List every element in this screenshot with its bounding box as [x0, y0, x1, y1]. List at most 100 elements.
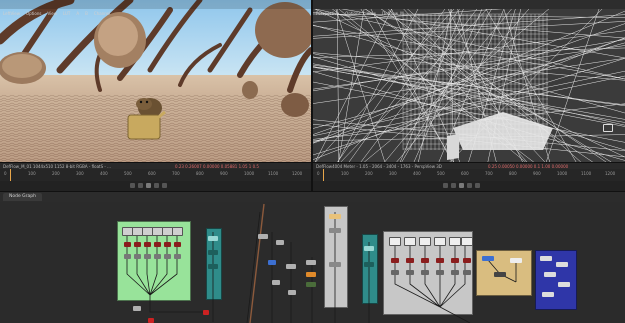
- node[interactable]: [306, 272, 316, 277]
- node[interactable]: [461, 237, 473, 246]
- right-menu-item[interactable]: Options: [342, 9, 363, 18]
- node[interactable]: [463, 270, 471, 275]
- go-start-icon[interactable]: [130, 183, 135, 188]
- node[interactable]: [364, 262, 374, 267]
- right-menu-item[interactable]: Perspective: [313, 9, 342, 18]
- node[interactable]: [124, 254, 131, 259]
- ruler-tick: 1100: [581, 171, 592, 176]
- node[interactable]: [542, 292, 554, 297]
- node[interactable]: [174, 242, 181, 247]
- node[interactable]: [288, 290, 296, 295]
- node[interactable]: [449, 237, 461, 246]
- node[interactable]: [329, 262, 341, 267]
- node[interactable]: [419, 237, 431, 246]
- node[interactable]: [391, 258, 399, 263]
- node[interactable]: [329, 228, 341, 233]
- node[interactable]: [208, 264, 218, 269]
- ruler-tick: 1200: [605, 171, 616, 176]
- left-menu-item[interactable]: View: [44, 9, 60, 18]
- node[interactable]: [406, 258, 414, 263]
- go-end-icon[interactable]: [162, 183, 167, 188]
- viewer-nav-icon[interactable]: [603, 124, 613, 132]
- step-forward-icon[interactable]: [467, 183, 472, 188]
- left-menu-item[interactable]: A: [73, 9, 82, 18]
- node[interactable]: [144, 242, 151, 247]
- play-icon[interactable]: [459, 183, 464, 188]
- left-menu-item[interactable]: LUT: [60, 9, 73, 18]
- node[interactable]: [134, 242, 141, 247]
- node[interactable]: [404, 237, 416, 246]
- node[interactable]: [558, 282, 570, 287]
- left-transport-controls: [0, 181, 311, 191]
- node[interactable]: [172, 227, 183, 236]
- left-menu-item[interactable]: LeftView: [0, 9, 23, 18]
- node[interactable]: [276, 240, 284, 245]
- node[interactable]: [421, 270, 429, 275]
- node[interactable]: [133, 306, 141, 311]
- step-back-icon[interactable]: [138, 183, 143, 188]
- node[interactable]: [286, 264, 296, 269]
- left-menu-item[interactable]: Options: [23, 9, 44, 18]
- step-forward-icon[interactable]: [154, 183, 159, 188]
- node[interactable]: [434, 237, 446, 246]
- playhead[interactable]: [323, 169, 324, 181]
- left-viewer-menu: LeftView Options View LUT A B Channel: [0, 0, 311, 16]
- tab-node-graph[interactable]: Node Graph: [3, 193, 42, 201]
- node[interactable]: [451, 258, 459, 263]
- ruler-tick: 100: [28, 171, 36, 176]
- node[interactable]: [164, 254, 171, 259]
- node[interactable]: [482, 256, 494, 261]
- node[interactable]: [510, 258, 522, 263]
- node[interactable]: [556, 262, 568, 267]
- node[interactable]: [540, 256, 552, 261]
- node[interactable]: [134, 254, 141, 259]
- node[interactable]: [174, 254, 181, 259]
- play-icon[interactable]: [146, 183, 151, 188]
- ruler-tick: 1100: [268, 171, 279, 176]
- node[interactable]: [364, 246, 374, 251]
- node[interactable]: [164, 242, 171, 247]
- node[interactable]: [258, 234, 268, 239]
- ruler-tick: 1000: [244, 171, 255, 176]
- left-viewer[interactable]: LeftView Options View LUT A B Channel: [0, 0, 311, 162]
- go-start-icon[interactable]: [443, 183, 448, 188]
- ruler-tick: 500: [437, 171, 445, 176]
- right-viewer[interactable]: Perspective Options View DefFlow_M: [313, 0, 625, 162]
- step-back-icon[interactable]: [451, 183, 456, 188]
- node[interactable]: [272, 280, 280, 285]
- ruler-tick: 900: [220, 171, 228, 176]
- node[interactable]: [463, 258, 471, 263]
- left-menu-item[interactable]: Channel: [91, 9, 113, 18]
- node[interactable]: [389, 237, 401, 246]
- node[interactable]: [203, 310, 209, 315]
- right-menu-item[interactable]: DefFlow_M: [379, 9, 407, 18]
- node[interactable]: [208, 250, 218, 255]
- ruler-tick: 200: [365, 171, 373, 176]
- node[interactable]: [124, 242, 131, 247]
- node[interactable]: [329, 214, 341, 219]
- ruler-tick: 400: [100, 171, 108, 176]
- node[interactable]: [306, 260, 316, 265]
- node[interactable]: [208, 236, 218, 241]
- node[interactable]: [306, 282, 316, 287]
- right-menu-item[interactable]: View: [364, 9, 380, 18]
- node[interactable]: [268, 260, 276, 265]
- node[interactable]: [154, 242, 161, 247]
- node[interactable]: [436, 270, 444, 275]
- node[interactable]: [421, 258, 429, 263]
- node[interactable]: [148, 318, 154, 323]
- node-graph[interactable]: [0, 202, 625, 323]
- node[interactable]: [494, 272, 506, 277]
- node[interactable]: [391, 270, 399, 275]
- node[interactable]: [436, 258, 444, 263]
- node[interactable]: [154, 254, 161, 259]
- playhead[interactable]: [10, 169, 11, 181]
- node[interactable]: [451, 270, 459, 275]
- left-menu-item[interactable]: B: [82, 9, 91, 18]
- go-end-icon[interactable]: [475, 183, 480, 188]
- node[interactable]: [544, 272, 556, 277]
- node[interactable]: [406, 270, 414, 275]
- tab-label: Node Graph: [9, 194, 36, 199]
- ruler-tick: 600: [461, 171, 469, 176]
- node[interactable]: [144, 254, 151, 259]
